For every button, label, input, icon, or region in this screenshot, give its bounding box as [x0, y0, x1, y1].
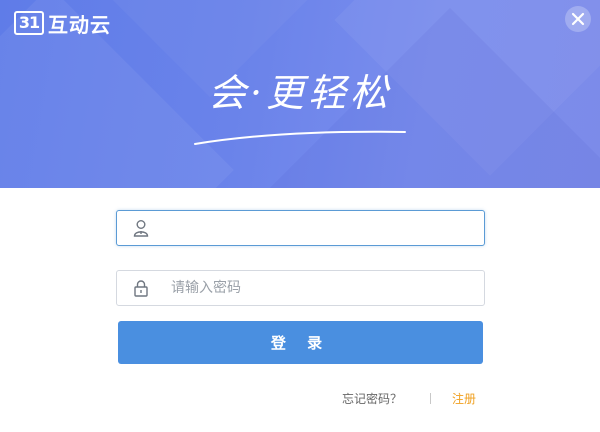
register-link[interactable]: 注册 [452, 390, 476, 407]
lock-icon [117, 271, 165, 305]
close-button[interactable] [565, 6, 591, 32]
password-input[interactable] [165, 273, 484, 303]
password-field[interactable] [116, 270, 485, 306]
app-logo: 31 互动云 [14, 10, 111, 37]
username-input[interactable] [165, 213, 484, 243]
username-field[interactable] [116, 210, 485, 246]
close-icon [571, 12, 585, 26]
slogan-underline [194, 130, 406, 145]
footer-links: 忘记密码？ 注册 [0, 390, 600, 408]
login-button[interactable]: 登 录 [118, 321, 483, 364]
forgot-password-link[interactable]: 忘记密码？ [342, 390, 402, 407]
slogan: 会·更轻松 [207, 71, 393, 115]
link-divider [430, 393, 431, 404]
header-banner: 31 互动云 会·更轻松 [0, 0, 600, 188]
logo-mark: 31 [14, 11, 44, 35]
logo-text: 互动云 [48, 12, 111, 37]
user-icon [117, 211, 165, 245]
